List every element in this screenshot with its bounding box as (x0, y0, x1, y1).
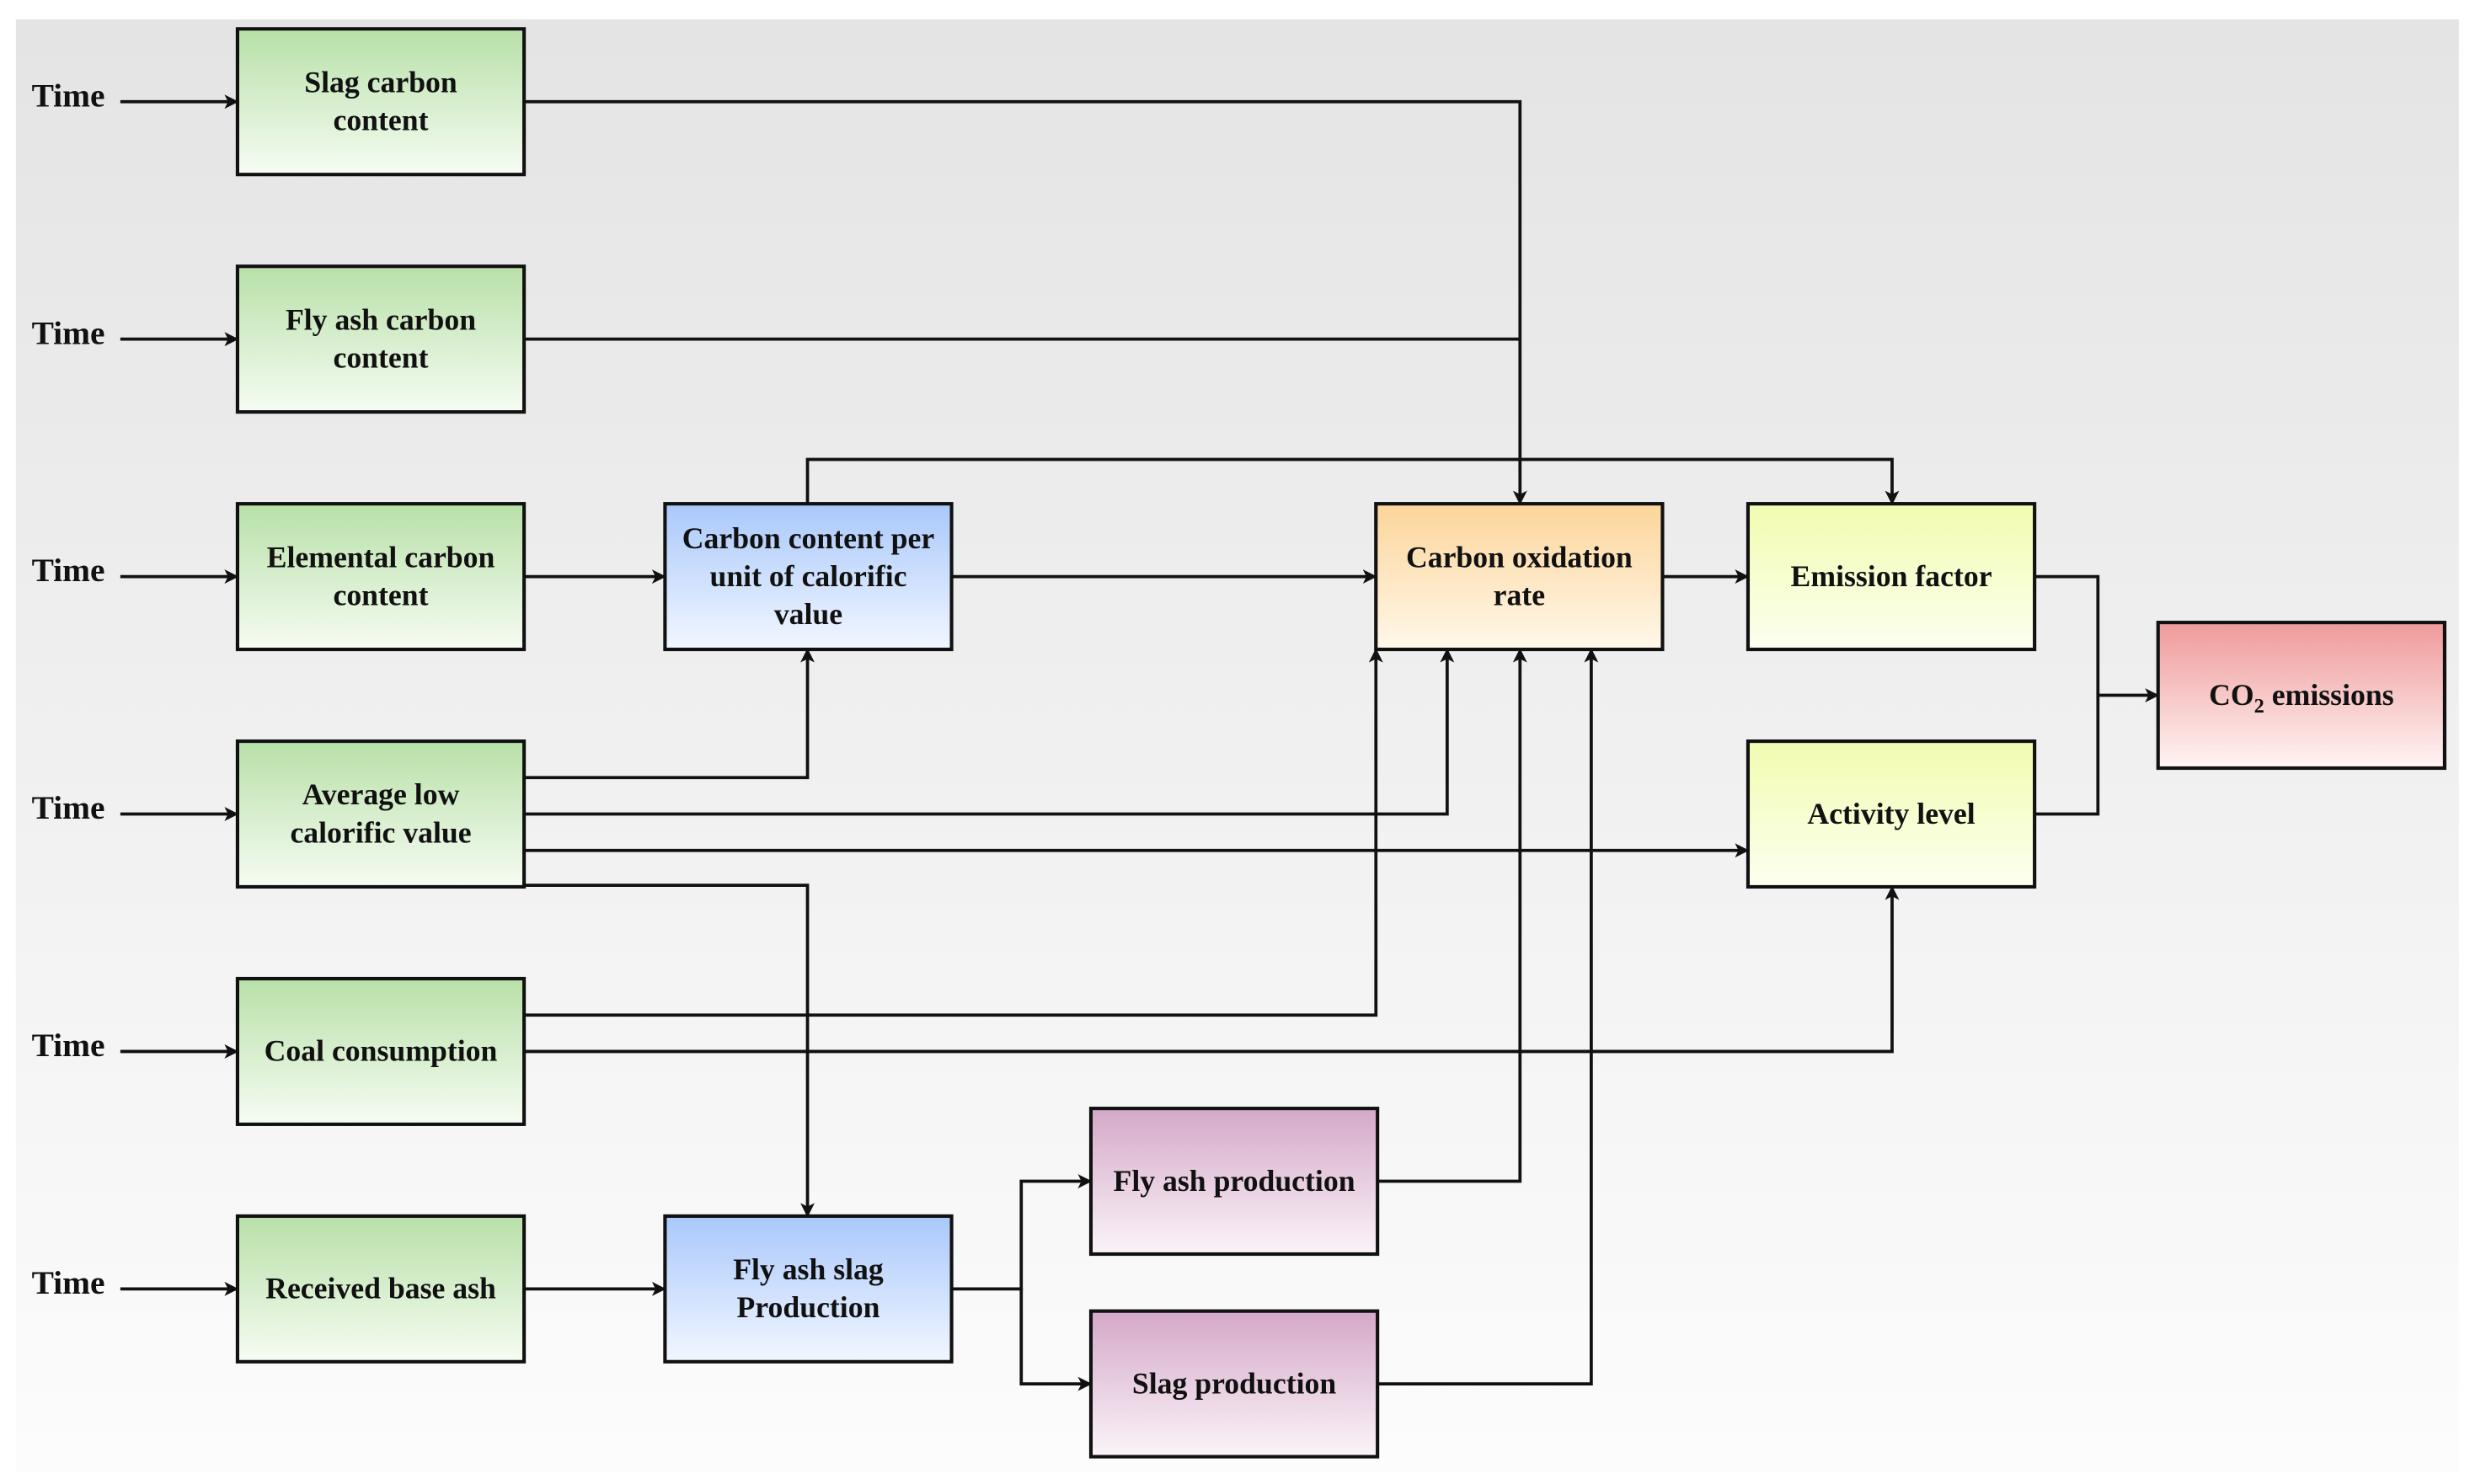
node-label-line: content (333, 578, 428, 611)
node-label-line: Emission factor (1791, 559, 1992, 593)
time-label: Time (32, 1027, 105, 1064)
time-label: Time (32, 314, 105, 351)
time-label: Time (32, 789, 105, 826)
node-label-line: Elemental carbon (267, 540, 495, 574)
node-label-line: Slag carbon (304, 65, 457, 99)
node-label-line: calorific value (290, 815, 471, 849)
node-flyash-slag-prod: Fly ash slag Production (663, 1214, 954, 1364)
node-carbon-oxidation: Carbon oxidation rate (1374, 502, 1665, 652)
node-slag-carbon: Slag carbon content (235, 27, 527, 177)
node-label-line: Coal consumption (265, 1034, 498, 1068)
node-box (663, 1214, 954, 1364)
time-label: Time (32, 552, 105, 589)
node-flyash-prod: Fly ash production (1088, 1107, 1380, 1257)
node-label-line: Received base ash (265, 1272, 496, 1305)
node-label-line: Slag production (1132, 1366, 1337, 1400)
node-label-line: Average low (302, 777, 460, 811)
time-label: Time (32, 77, 105, 114)
node-activity-level: Activity level (1746, 739, 2037, 889)
node-box (235, 739, 527, 889)
node-label-line: Carbon oxidation (1406, 540, 1633, 574)
time-label: Time (32, 1264, 105, 1301)
node-box (1374, 502, 1665, 652)
node-co2: CO2 emissions (2156, 621, 2446, 771)
node-flyash-carbon: Fly ash carbon content (235, 264, 527, 414)
node-avg-low-cal: Average low calorific value (235, 739, 527, 889)
node-label-line: Fly ash production (1114, 1164, 1355, 1198)
node-label-line: Activity level (1807, 797, 1975, 830)
node-coal-consumption: Coal consumption (235, 976, 527, 1126)
node-received-base-ash: Received base ash (235, 1214, 527, 1364)
node-box (235, 502, 527, 652)
node-emission-factor: Emission factor (1746, 502, 2037, 652)
node-label-line: value (774, 597, 842, 631)
node-box (235, 264, 527, 414)
node-label-line: unit of calorific (709, 559, 906, 593)
node-elemental-carbon: Elemental carbon content (235, 502, 527, 652)
node-label-line: Carbon content per (682, 521, 935, 555)
node-label-line: Fly ash carbon (286, 302, 476, 336)
node-slag-prod: Slag production (1088, 1309, 1380, 1459)
node-carbon-per-cal: Carbon content per unit of calorific value (663, 502, 954, 652)
node-box (235, 27, 527, 177)
node-label-line: Production (737, 1290, 880, 1324)
co2-emission-flow-diagram: Slag carboncontentFly ash carboncontentE… (15, 19, 2459, 1473)
node-label-line: content (333, 104, 428, 137)
node-label-line: content (333, 341, 428, 375)
node-label-line: rate (1494, 578, 1545, 611)
node-label-line: Fly ash slag (733, 1252, 884, 1286)
